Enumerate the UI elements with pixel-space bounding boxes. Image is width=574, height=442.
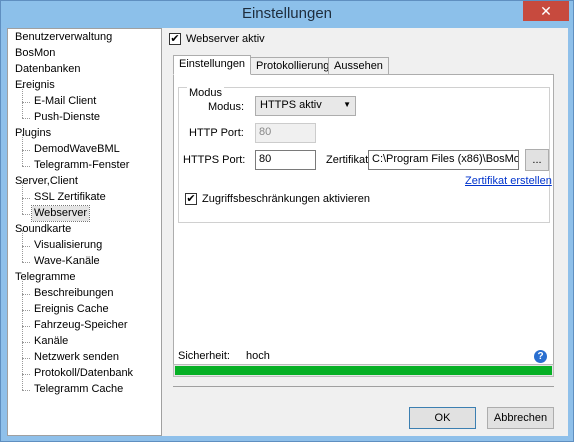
tree-connector <box>22 326 23 342</box>
tree-connector <box>22 262 30 263</box>
title-bar[interactable]: Einstellungen ✕ <box>1 1 573 28</box>
webserver-enabled-checkbox[interactable]: ✔ <box>169 33 181 45</box>
tree-connector <box>22 278 23 294</box>
create-cert-link[interactable]: Zertifikat erstellen <box>465 175 552 187</box>
close-button[interactable]: ✕ <box>523 1 569 21</box>
tree-connector <box>22 246 30 247</box>
tab-content-einstellungen: Modus Modus: HTTPS aktiv ▼ HTTP Port: 80… <box>173 74 554 366</box>
chevron-down-icon: ▼ <box>343 100 351 109</box>
help-icon[interactable]: ? <box>534 350 547 363</box>
tree-connector <box>22 150 23 166</box>
tree-item[interactable]: Webserver <box>31 205 90 222</box>
tree-connector <box>22 198 30 199</box>
mode-select-value: HTTPS aktiv <box>260 99 322 111</box>
tab-einstellungen[interactable]: Einstellungen <box>173 55 252 75</box>
tree-item[interactable]: Telegramm Cache <box>32 382 125 397</box>
tree-connector <box>22 294 30 295</box>
security-bar-fill <box>175 366 552 375</box>
mode-label: Modus: <box>208 101 245 113</box>
tree-item[interactable]: Ereignis Cache <box>32 302 111 317</box>
tab-aussehen[interactable]: Aussehen <box>328 57 389 75</box>
tree-connector <box>22 374 30 375</box>
tree-connector <box>22 246 23 262</box>
tree-item[interactable]: Push-Dienste <box>32 110 102 125</box>
https-port-input[interactable]: 80 <box>255 150 316 170</box>
tree-item[interactable]: Datenbanken <box>13 62 82 77</box>
cert-label: Zertifikat: <box>326 154 372 166</box>
window-title: Einstellungen <box>241 5 333 22</box>
tree-item[interactable]: SSL Zertifikate <box>32 190 108 205</box>
tree-item[interactable]: DemodWaveBML <box>32 142 122 157</box>
settings-window: Einstellungen ✕ Benutzerverwaltung BosMon… <box>0 0 574 442</box>
tree-connector <box>22 230 23 246</box>
tree-connector <box>22 118 30 119</box>
tree-connector <box>22 134 23 150</box>
divider <box>173 386 554 387</box>
http-port-label: HTTP Port: <box>189 127 244 139</box>
access-restrictions-label: Zugriffsbeschränkungen aktivieren <box>202 193 370 205</box>
https-port-label: HTTPS Port: <box>183 154 246 166</box>
tree-connector <box>22 102 30 103</box>
tree-connector <box>22 390 30 391</box>
tree-connector <box>22 86 23 102</box>
tree-item[interactable]: Fahrzeug-Speicher <box>32 318 130 333</box>
tree-connector <box>22 358 30 359</box>
tree-item[interactable]: Server,Client <box>13 174 80 189</box>
mode-select[interactable]: HTTPS aktiv ▼ <box>255 96 356 116</box>
modus-group: Modus Modus: HTTPS aktiv ▼ HTTP Port: 80… <box>178 87 552 223</box>
tree-connector <box>22 182 23 198</box>
cancel-button[interactable]: Abbrechen <box>487 407 554 429</box>
tree-connector <box>22 150 30 151</box>
ok-button[interactable]: OK <box>409 407 476 429</box>
tree-connector <box>22 342 23 358</box>
webserver-enabled-label: Webserver aktiv <box>186 33 265 45</box>
tree-connector <box>22 166 30 167</box>
security-value: hoch <box>246 350 270 362</box>
tree-connector <box>22 342 30 343</box>
http-port-input[interactable]: 80 <box>255 123 316 143</box>
tree-connector <box>22 326 30 327</box>
tree-connector <box>22 374 23 390</box>
tree-item[interactable]: BosMon <box>13 46 57 61</box>
modus-group-label: Modus <box>187 87 225 99</box>
security-bar <box>173 364 554 377</box>
tree-item[interactable]: Protokoll/Datenbank <box>32 366 135 381</box>
tree-item[interactable]: Benutzerverwaltung <box>13 30 114 45</box>
window-client: Benutzerverwaltung BosMon Datenbanken Ereig… <box>7 28 568 436</box>
tree-item[interactable]: Visualisierung <box>32 238 104 253</box>
tree-connector <box>22 198 23 214</box>
tree-connector <box>22 294 23 310</box>
tree-connector <box>22 102 23 118</box>
browse-button[interactable]: ... <box>525 149 549 171</box>
tree-item[interactable]: Telegramm-Fenster <box>32 158 131 173</box>
tree-connector <box>22 310 30 311</box>
tree-item[interactable]: Netzwerk senden <box>32 350 121 365</box>
security-label: Sicherheit: <box>178 350 230 362</box>
access-restrictions-checkbox[interactable]: ✔ <box>185 193 197 205</box>
cert-path-input[interactable]: C:\Program Files (x86)\BosMon <box>368 150 519 170</box>
tree-connector <box>22 310 23 326</box>
tree-item[interactable]: E-Mail Client <box>32 94 98 109</box>
settings-tree[interactable]: Benutzerverwaltung BosMon Datenbanken Ereig… <box>7 28 162 436</box>
tree-connector <box>22 358 23 374</box>
tree-connector <box>22 214 30 215</box>
tree-item[interactable]: Wave-Kanäle <box>32 254 102 269</box>
tree-item[interactable]: Kanäle <box>32 334 70 349</box>
tree-item[interactable]: Plugins <box>13 126 53 141</box>
tree-item[interactable]: Ereignis <box>13 78 57 93</box>
tab-protokollierung[interactable]: Protokollierung <box>250 57 336 75</box>
tree-item[interactable]: Beschreibungen <box>32 286 116 301</box>
settings-panel: ✔ Webserver aktiv Protokollierung Ausseh… <box>163 28 568 436</box>
